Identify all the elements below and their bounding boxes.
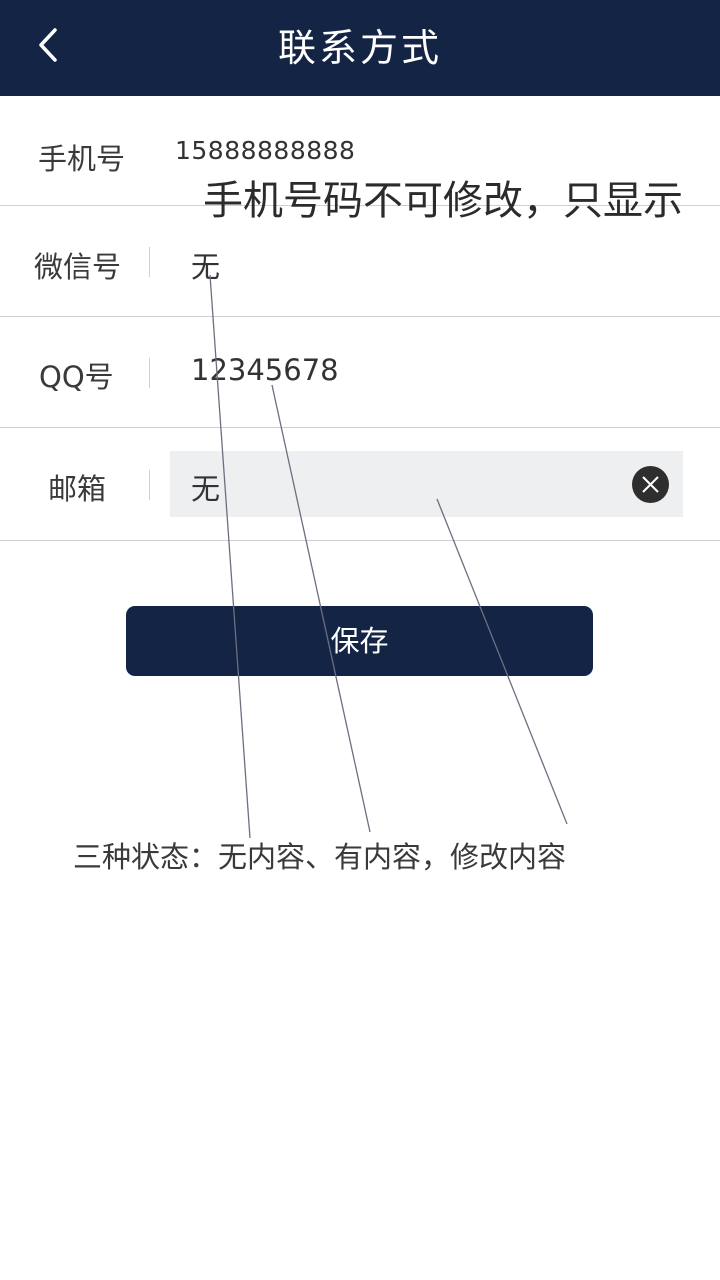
states-annotation: 三种状态：无内容、有内容，修改内容 (73, 840, 567, 874)
annotation-line-editing (436, 498, 568, 825)
annotation-line-filled (271, 384, 371, 833)
annotation-line-empty (209, 274, 251, 839)
contact-info-page: 联系方式 手机号 15888888888 手机号码不可修改，只显示 微信号 无 … (0, 0, 720, 1280)
annotation-lines (209, 274, 568, 839)
